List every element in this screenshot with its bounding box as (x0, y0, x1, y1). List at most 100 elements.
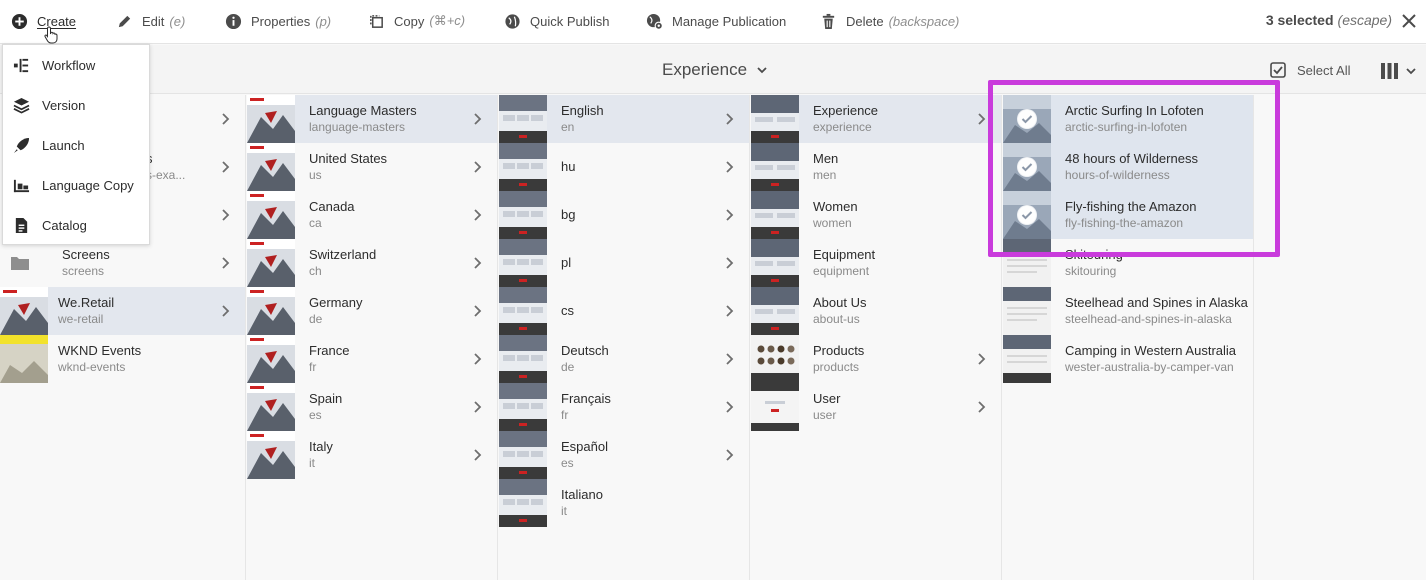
item-name: user (813, 408, 837, 422)
thumbnail (751, 239, 799, 287)
list-item[interactable]: Deutsch de (499, 335, 749, 383)
list-item[interactable]: France fr (247, 335, 497, 383)
chevron-right-icon (474, 449, 482, 461)
list-item[interactable]: Women women (751, 191, 1001, 239)
item-text: Spain es (309, 391, 342, 423)
list-item[interactable]: Equipment equipment (751, 239, 1001, 287)
chevron-down-icon (1406, 68, 1416, 75)
item-title: cs (561, 303, 574, 318)
list-item[interactable]: hu (499, 143, 749, 191)
list-item[interactable]: We.Retail we-retail (0, 287, 245, 335)
manage-publication-button[interactable]: Manage Publication (646, 0, 786, 42)
item-title: Arctic Surfing In Lofoten (1065, 103, 1204, 118)
delete-label: Delete (846, 13, 884, 29)
item-name: ch (309, 264, 322, 278)
item-text: United States us (309, 151, 387, 183)
list-item[interactable]: Products products (751, 335, 1001, 383)
page-title-dropdown[interactable]: Experience (662, 60, 768, 80)
thumbnail (751, 335, 799, 383)
language-copy-icon (13, 179, 30, 192)
menu-item-launch[interactable]: Launch (3, 125, 149, 165)
list-item[interactable]: Canada ca (247, 191, 497, 239)
create-menu: Workflow Version Launch Language Copy Ca… (2, 44, 150, 245)
list-item[interactable]: WKND Events wknd-events (0, 335, 245, 383)
item-title: hu (561, 159, 576, 174)
list-item[interactable]: Italy it (247, 431, 497, 479)
item-name: equipment (813, 264, 870, 278)
selection-count: 3 selected (escape) (1266, 12, 1392, 28)
list-item[interactable]: Español es (499, 431, 749, 479)
item-title: User (813, 391, 841, 406)
list-item[interactable]: 48 hours of Wilderness hours-of-wildernes… (1003, 143, 1253, 191)
list-item[interactable]: Language Masters language-masters (247, 95, 497, 143)
thumbnail (499, 95, 547, 143)
chevron-right-icon (726, 449, 734, 461)
selection-count-label: 3 selected (1265, 12, 1334, 28)
menu-item-label: Launch (42, 137, 85, 153)
menu-item-language-copy[interactable]: Language Copy (3, 165, 149, 205)
edit-button[interactable]: Edit (e) (116, 0, 185, 42)
list-item[interactable]: About Us about-us (751, 287, 1001, 335)
thumbnail (247, 143, 295, 191)
list-item[interactable]: Camping in Western Australia wester-austr… (1003, 335, 1253, 383)
list-item[interactable]: Germany de (247, 287, 497, 335)
delete-button[interactable]: Delete (backspace) (820, 0, 959, 42)
list-item[interactable]: Screens screens (0, 239, 245, 287)
select-all-button[interactable]: Select All (1270, 62, 1350, 78)
menu-item-catalog[interactable]: Catalog (3, 205, 149, 245)
chevron-right-icon (222, 209, 230, 221)
item-title: s (146, 151, 185, 167)
item-text: Switzerland ch (309, 247, 376, 279)
item-name: experience (813, 120, 872, 134)
close-icon[interactable] (1401, 13, 1417, 29)
item-title: Camping in Western Australia (1065, 343, 1237, 358)
item-text: About Us about-us (813, 295, 866, 327)
list-item[interactable]: bg (499, 191, 749, 239)
list-item[interactable]: cs (499, 287, 749, 335)
item-text: Language Masters language-masters (309, 103, 417, 135)
view-switcher[interactable] (1381, 63, 1417, 79)
quick-publish-button[interactable]: Quick Publish (504, 0, 609, 42)
item-text: s s-exa... (146, 151, 185, 183)
thumbnail (247, 239, 295, 287)
item-text: Italiano it (561, 487, 603, 519)
trash-icon (822, 13, 835, 29)
list-item[interactable]: Spain es (247, 383, 497, 431)
list-item[interactable]: English en (499, 95, 749, 143)
menu-item-workflow[interactable]: Workflow (3, 45, 149, 85)
item-text: Screens screens (62, 247, 110, 279)
column-4: Experience experience Men men Women women E… (751, 95, 1002, 580)
item-name: screens (62, 264, 105, 278)
list-item[interactable]: Fly-fishing the Amazon fly-fishing-the-am… (1003, 191, 1253, 239)
chevron-right-icon (978, 401, 986, 413)
list-item[interactable]: pl (499, 239, 749, 287)
list-item[interactable]: Arctic Surfing In Lofoten arctic-surfing-… (1003, 95, 1253, 143)
list-item[interactable]: Français fr (499, 383, 749, 431)
thumbnail (1003, 239, 1051, 287)
item-text: 48 hours of Wilderness hours-of-wildernes… (1065, 151, 1198, 183)
chevron-right-icon (726, 113, 734, 125)
item-text: Germany de (309, 295, 362, 327)
list-item[interactable]: User user (751, 383, 1001, 431)
list-item[interactable]: Men men (751, 143, 1001, 191)
properties-button[interactable]: Properties (p) (225, 0, 331, 42)
item-name: language-masters (309, 120, 406, 134)
copy-label: Copy (394, 13, 425, 29)
menu-item-label: Workflow (42, 57, 96, 73)
list-item[interactable]: Switzerland ch (247, 239, 497, 287)
item-name: it (561, 504, 567, 518)
thumbnail (499, 287, 547, 335)
item-text: User user (813, 391, 840, 423)
chevron-right-icon (474, 209, 482, 221)
menu-item-version[interactable]: Version (3, 85, 149, 125)
list-item[interactable]: United States us (247, 143, 497, 191)
chevron-right-icon (222, 305, 230, 317)
list-item[interactable]: Skitouring skitouring (1003, 239, 1253, 287)
chevron-right-icon (474, 113, 482, 125)
copy-button[interactable]: Copy (⌘+c) (368, 0, 465, 42)
thumbnail (499, 335, 547, 383)
list-item[interactable]: Italiano it (499, 479, 749, 527)
item-name: about-us (813, 312, 860, 326)
list-item[interactable]: Steelhead and Spines in Alaska steelhead-… (1003, 287, 1253, 335)
list-item[interactable]: Experience experience (751, 95, 1001, 143)
